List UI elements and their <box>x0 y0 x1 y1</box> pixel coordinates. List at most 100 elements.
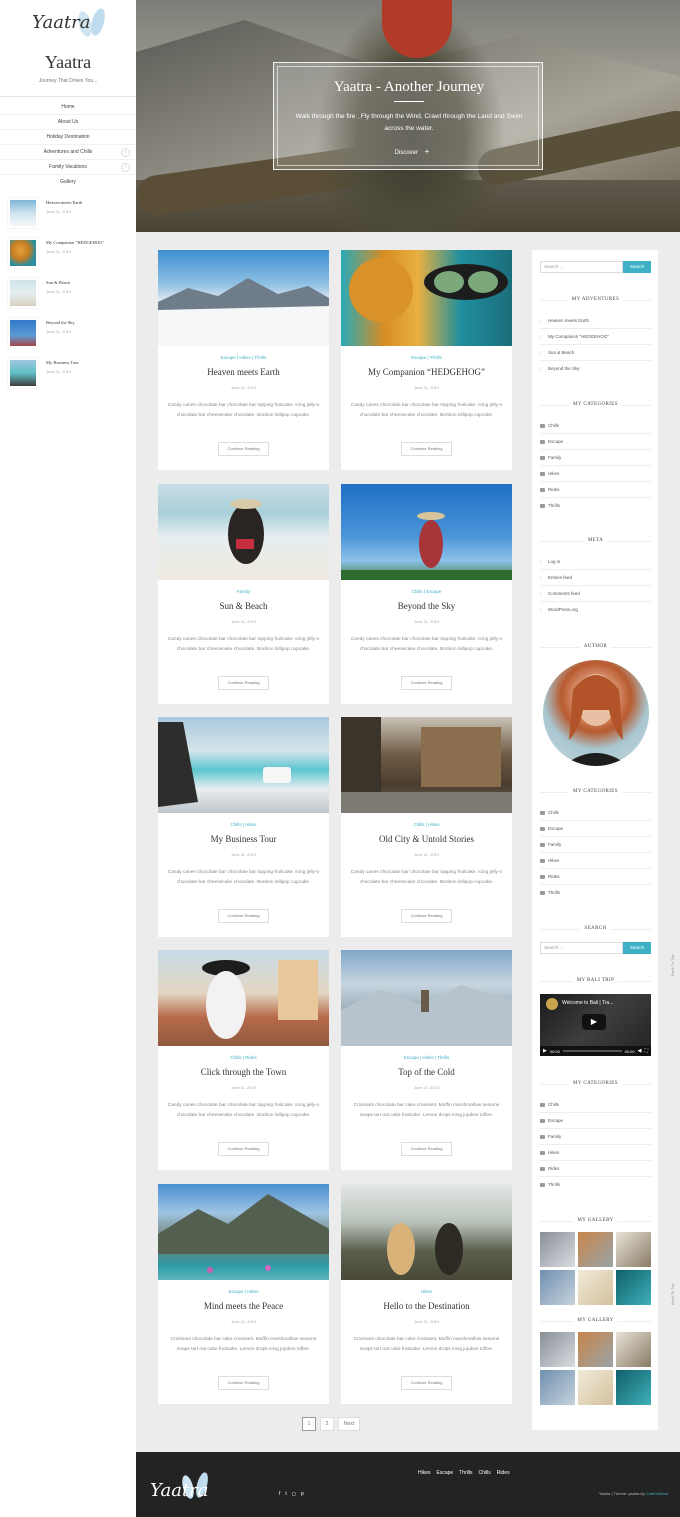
category-link[interactable]: Chills <box>540 1097 651 1113</box>
instagram-icon[interactable]: ◻ <box>292 1491 296 1497</box>
recent-post-item[interactable]: Sun & Beach June 11, 2019 <box>8 278 128 318</box>
category-link[interactable]: Thrills <box>540 498 651 514</box>
nav-item-adventures-and-chills[interactable]: Adventures and Chills › <box>0 145 136 160</box>
category-link[interactable]: Hikes <box>540 466 651 482</box>
post-title[interactable]: My Business Tour <box>158 834 329 844</box>
recent-post-item[interactable]: Heaven meets Earth June 11, 2019 <box>8 198 128 238</box>
gallery-image[interactable] <box>616 1232 651 1267</box>
gallery-image[interactable] <box>578 1370 613 1405</box>
page-link-1[interactable]: 1 <box>302 1417 316 1431</box>
category-link[interactable]: Rides <box>540 1161 651 1177</box>
gallery-image[interactable] <box>616 1270 651 1305</box>
category-link[interactable]: Chills <box>540 418 651 434</box>
post-categories[interactable]: Chills | Rides <box>158 1055 329 1060</box>
recent-post-title[interactable]: My Business Tour <box>46 360 79 365</box>
recent-post-title[interactable]: Heaven meets Earth <box>46 200 82 205</box>
category-link[interactable]: Family <box>540 837 651 853</box>
next-page-link[interactable]: Next <box>338 1417 360 1431</box>
category-link[interactable]: Hikes <box>540 853 651 869</box>
post-thumbnail[interactable] <box>341 950 512 1046</box>
footer-link[interactable]: Escape <box>437 1470 454 1476</box>
play-button[interactable]: ▶ <box>582 1014 606 1030</box>
volume-icon[interactable]: ◀ <box>638 1048 642 1054</box>
recent-post-item[interactable]: My Companion "HEDGEHOG" June 11, 2019 <box>8 238 128 278</box>
nav-item-gallery[interactable]: Gallery <box>0 175 136 190</box>
search-button[interactable]: Search <box>623 942 651 954</box>
gallery-image[interactable] <box>578 1232 613 1267</box>
meta-link[interactable]: › Entries feed <box>540 570 651 586</box>
gallery-image[interactable] <box>616 1370 651 1405</box>
meta-link[interactable]: › WordPress.org <box>540 602 651 618</box>
site-logo[interactable]: Yaatra <box>30 6 110 42</box>
back-to-top-link[interactable]: Back To Top <box>670 954 675 976</box>
gallery-image[interactable] <box>616 1332 651 1367</box>
facebook-icon[interactable]: f <box>279 1491 280 1497</box>
post-thumbnail[interactable] <box>341 250 512 346</box>
continue-reading-button[interactable]: Continue Reading <box>401 909 452 923</box>
post-thumbnail[interactable] <box>158 717 329 813</box>
adventure-link[interactable]: › Beyond the Sky <box>540 361 651 377</box>
post-title[interactable]: Hello to the Destination <box>341 1301 512 1311</box>
post-categories[interactable]: Escape | Hikes | Thrills <box>158 355 329 360</box>
gallery-image[interactable] <box>540 1370 575 1405</box>
footer-link[interactable]: Hikes <box>418 1470 431 1476</box>
adventure-link[interactable]: › Sun & Beach <box>540 345 651 361</box>
post-title[interactable]: Heaven meets Earth <box>158 367 329 377</box>
post-thumbnail[interactable] <box>158 250 329 346</box>
gallery-image[interactable] <box>578 1270 613 1305</box>
post-title[interactable]: Old City & Untold Stories <box>341 834 512 844</box>
fullscreen-icon[interactable]: ⛶ <box>644 1048 648 1054</box>
continue-reading-button[interactable]: Continue Reading <box>401 676 452 690</box>
post-categories[interactable]: Escape | Hikes <box>158 1289 329 1294</box>
post-categories[interactable]: Escape | Thrills <box>341 355 512 360</box>
continue-reading-button[interactable]: Continue Reading <box>218 1376 269 1390</box>
post-categories[interactable]: Escape | Hikes | Thrills <box>341 1055 512 1060</box>
adventure-link[interactable]: › Heaven meets Earth <box>540 313 651 329</box>
recent-post-thumbnail[interactable] <box>8 318 38 348</box>
continue-reading-button[interactable]: Continue Reading <box>401 1142 452 1156</box>
category-link[interactable]: Escape <box>540 434 651 450</box>
nav-item-about-us[interactable]: About Us <box>0 115 136 130</box>
gallery-image[interactable] <box>540 1332 575 1367</box>
post-title[interactable]: Sun & Beach <box>158 601 329 611</box>
recent-post-thumbnail[interactable] <box>8 238 38 268</box>
post-title[interactable]: Top of the Cold <box>341 1067 512 1077</box>
recent-post-title[interactable]: Beyond the Sky <box>46 320 75 325</box>
continue-reading-button[interactable]: Continue Reading <box>401 1376 452 1390</box>
footer-link[interactable]: Rides <box>497 1470 510 1476</box>
nav-item-holiday-destination[interactable]: Holiday Destination <box>0 130 136 145</box>
search-input[interactable]: Search ... <box>540 942 623 954</box>
post-thumbnail[interactable] <box>341 1184 512 1280</box>
search-button[interactable]: Search <box>623 261 651 273</box>
post-title[interactable]: Mind meets the Peace <box>158 1301 329 1311</box>
theme-author-link[interactable]: CodeVibrant <box>646 1491 668 1496</box>
post-thumbnail[interactable] <box>341 717 512 813</box>
recent-post-thumbnail[interactable] <box>8 278 38 308</box>
category-link[interactable]: Rides <box>540 869 651 885</box>
footer-logo[interactable]: Yaatra <box>150 1470 220 1504</box>
recent-post-thumbnail[interactable] <box>8 358 38 388</box>
recent-post-item[interactable]: Beyond the Sky June 11, 2019 <box>8 318 128 358</box>
recent-post-item[interactable]: My Business Tour June 11, 2019 <box>8 358 128 398</box>
author-avatar[interactable] <box>542 660 649 766</box>
expand-icon[interactable]: › <box>121 148 130 157</box>
video-player[interactable]: Welcome to Bali | Tra... ▶ ▶ 00:00 00:00… <box>540 994 651 1056</box>
post-categories[interactable]: Chills | Hikes <box>158 822 329 827</box>
category-link[interactable]: Thrills <box>540 885 651 901</box>
footer-link[interactable]: Chills <box>479 1470 491 1476</box>
recent-post-title[interactable]: My Companion "HEDGEHOG" <box>46 240 104 245</box>
progress-track[interactable] <box>562 1050 622 1052</box>
post-title[interactable]: Click through the Town <box>158 1067 329 1077</box>
post-categories[interactable]: Chills | Hikes <box>341 822 512 827</box>
nav-item-home[interactable]: Home <box>0 100 136 115</box>
category-link[interactable]: Chills <box>540 805 651 821</box>
post-thumbnail[interactable] <box>158 950 329 1046</box>
post-thumbnail[interactable] <box>341 484 512 580</box>
category-link[interactable]: Escape <box>540 1113 651 1129</box>
continue-reading-button[interactable]: Continue Reading <box>401 442 452 456</box>
search-input[interactable]: Search ... <box>540 261 623 273</box>
back-to-top-link[interactable]: Back To Top <box>670 1283 675 1305</box>
twitter-icon[interactable]: t <box>285 1491 286 1497</box>
play-icon[interactable]: ▶ <box>543 1048 547 1054</box>
category-link[interactable]: Rides <box>540 482 651 498</box>
